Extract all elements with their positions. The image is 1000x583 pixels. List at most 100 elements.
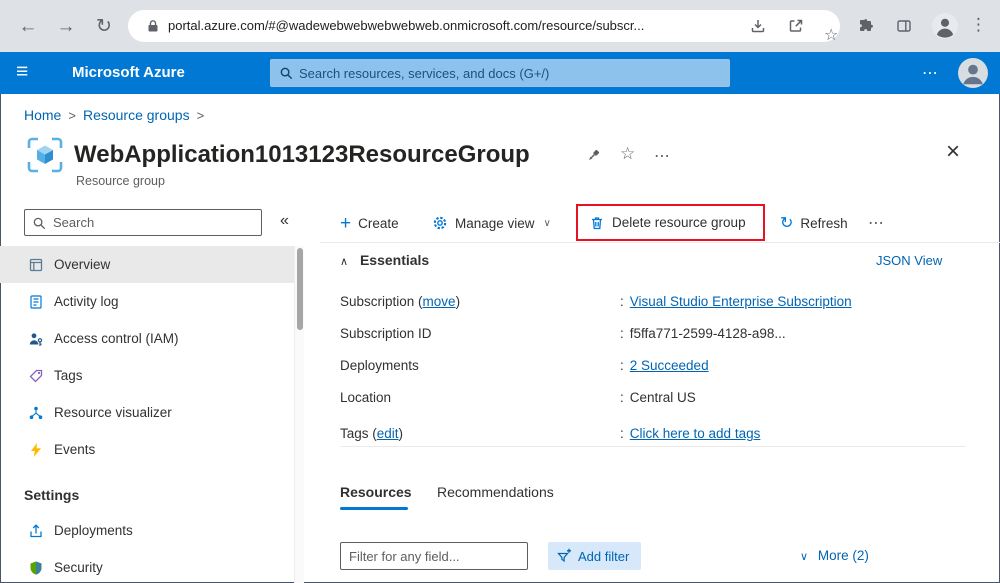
essentials-toggle[interactable]: ∧ Essentials xyxy=(340,252,429,268)
create-button[interactable]: + Create xyxy=(340,205,399,241)
delete-highlight-callout: Delete resource group xyxy=(576,204,765,241)
sidebar-item-label: Security xyxy=(54,560,103,575)
lock-icon xyxy=(146,19,160,38)
command-bar-more-icon[interactable]: ⋯ xyxy=(868,213,884,233)
side-panel-icon[interactable] xyxy=(896,18,912,39)
filter-input[interactable] xyxy=(340,542,528,570)
subscription-link[interactable]: Visual Studio Enterprise Subscription xyxy=(630,294,852,309)
azure-search-input[interactable] xyxy=(299,60,723,86)
essentials-row-subscription: Subscription (move) : Visual Studio Enter… xyxy=(340,288,966,318)
hamburger-menu-icon[interactable]: ≡ xyxy=(16,60,28,84)
separator: : xyxy=(620,294,624,309)
manage-view-button[interactable]: Manage view ∨ xyxy=(432,205,551,241)
sidebar-item-deployments[interactable]: Deployments xyxy=(0,512,294,549)
sidebar-item-security[interactable]: Security xyxy=(0,549,294,583)
trash-icon xyxy=(589,215,605,231)
sidebar-item-label: Events xyxy=(54,442,95,457)
add-tags-link[interactable]: Click here to add tags xyxy=(630,426,761,441)
browser-back-icon[interactable]: ← xyxy=(14,13,42,41)
resource-visualizer-icon xyxy=(28,405,44,421)
row-value: :Central US xyxy=(620,390,696,405)
resource-group-icon xyxy=(24,134,66,181)
page-subtitle: Resource group xyxy=(76,174,165,188)
sidebar-item-label: Tags xyxy=(54,368,83,383)
add-filter-button[interactable]: Add filter xyxy=(548,542,641,570)
separator: : xyxy=(620,426,624,441)
separator: : xyxy=(620,390,624,405)
sidebar-scrollbar[interactable] xyxy=(294,246,304,583)
json-view-link[interactable]: JSON View xyxy=(876,253,942,268)
essentials-title: Essentials xyxy=(360,252,429,268)
scrollbar-thumb[interactable] xyxy=(297,248,303,330)
breadcrumb-resource-groups[interactable]: Resource groups xyxy=(83,107,190,123)
azure-more-icon[interactable]: ⋯ xyxy=(922,63,938,83)
close-icon[interactable]: × xyxy=(946,138,960,166)
sidebar-item-tags[interactable]: Tags xyxy=(0,357,294,394)
title-more-icon[interactable]: ⋯ xyxy=(654,146,670,166)
add-filter-funnel-icon xyxy=(556,548,572,564)
sidebar-item-events[interactable]: Events xyxy=(0,431,294,468)
sidebar-search-box[interactable] xyxy=(24,209,262,236)
row-value: :2 Succeeded xyxy=(620,358,709,373)
sidebar-item-label: Activity log xyxy=(54,294,119,309)
breadcrumb: Home>Resource groups> xyxy=(24,107,211,123)
browser-refresh-icon[interactable]: ↻ xyxy=(90,13,118,41)
row-label: Subscription (move) xyxy=(340,294,460,309)
create-label: Create xyxy=(358,216,399,231)
sidebar-item-activity-log[interactable]: Activity log xyxy=(0,283,294,320)
manage-view-label: Manage view xyxy=(455,216,535,231)
chevron-down-icon: ∨ xyxy=(800,551,808,563)
browser-menu-icon[interactable]: ⋮ xyxy=(970,15,987,35)
refresh-label: Refresh xyxy=(800,216,847,231)
extensions-puzzle-icon[interactable] xyxy=(858,18,874,39)
sidebar-search-input[interactable] xyxy=(53,210,257,235)
azure-brand[interactable]: Microsoft Azure xyxy=(72,64,185,81)
azure-search-box[interactable] xyxy=(270,59,730,87)
more-filters-link[interactable]: ∨ More (2) xyxy=(800,548,869,563)
overview-icon xyxy=(28,257,44,273)
move-link[interactable]: move xyxy=(423,294,456,309)
search-icon xyxy=(32,216,47,231)
share-icon[interactable] xyxy=(788,18,804,39)
tab-recommendations[interactable]: Recommendations xyxy=(437,484,554,500)
essentials-row-deployments: Deployments :2 Succeeded xyxy=(340,352,966,382)
separator: : xyxy=(620,326,624,341)
breadcrumb-home[interactable]: Home xyxy=(24,107,61,123)
browser-forward-icon[interactable]: → xyxy=(52,13,80,41)
bookmark-star-icon[interactable]: ☆ xyxy=(824,25,838,45)
tab-resources[interactable]: Resources xyxy=(340,484,412,500)
sidebar-collapse-icon[interactable]: « xyxy=(280,212,289,230)
breadcrumb-separator: > xyxy=(68,108,76,123)
chevron-down-icon: ∨ xyxy=(544,218,551,229)
search-icon xyxy=(279,66,294,81)
row-value: : f5ffa771-2599-4128-a98... xyxy=(620,326,786,341)
deployments-link[interactable]: 2 Succeeded xyxy=(630,358,709,373)
delete-resource-group-button[interactable]: Delete resource group xyxy=(578,206,763,239)
sidebar-item-label: Overview xyxy=(54,257,110,272)
favorite-star-icon[interactable]: ☆ xyxy=(620,144,635,164)
refresh-button[interactable]: ↻ Refresh xyxy=(780,205,848,241)
gear-icon xyxy=(432,215,448,231)
label-text: Subscription ( xyxy=(340,294,423,309)
browser-profile-avatar[interactable] xyxy=(932,13,958,44)
row-label: Tags (edit) xyxy=(340,426,403,441)
address-bar[interactable]: portal.azure.com/#@wadewebwebwebwebweb.o… xyxy=(128,10,840,42)
separator: : xyxy=(620,358,624,373)
activity-log-icon xyxy=(28,294,44,310)
label-text: ) xyxy=(456,294,461,309)
pin-icon[interactable] xyxy=(584,147,602,170)
edit-tags-link[interactable]: edit xyxy=(377,426,399,441)
sidebar-item-label: Resource visualizer xyxy=(54,405,172,420)
security-shield-icon xyxy=(28,560,44,576)
subscription-id-value: f5ffa771-2599-4128-a98... xyxy=(630,326,786,341)
divider xyxy=(340,446,966,447)
sidebar-item-resource-visualizer[interactable]: Resource visualizer xyxy=(0,394,294,431)
page-title: WebApplication1013123ResourceGroup xyxy=(74,141,530,169)
sidebar-item-overview[interactable]: Overview xyxy=(0,246,294,283)
access-control-icon xyxy=(28,331,44,347)
azure-account-avatar[interactable] xyxy=(958,58,988,88)
azure-header: ≡ Microsoft Azure ⋯ xyxy=(0,52,1000,94)
label-text: Tags ( xyxy=(340,426,377,441)
download-icon[interactable] xyxy=(750,18,766,39)
sidebar-item-access-control[interactable]: Access control (IAM) xyxy=(0,320,294,357)
